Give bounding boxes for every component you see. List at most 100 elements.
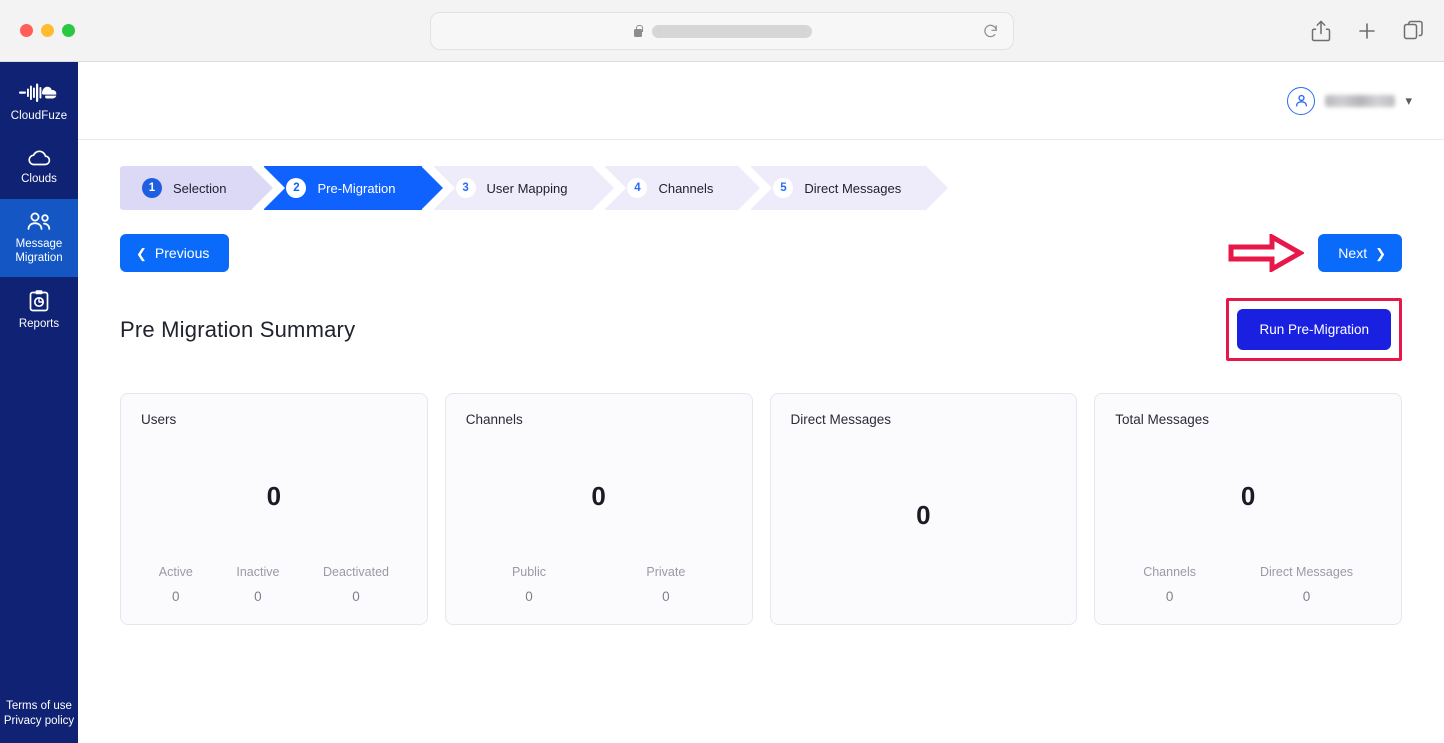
card-total-value: 0 <box>1115 427 1381 565</box>
step-label: Direct Messages <box>804 181 901 196</box>
brand-logo[interactable]: CloudFuze <box>0 74 78 136</box>
step-selection[interactable]: 1 Selection <box>120 166 252 210</box>
terms-of-use-link[interactable]: Terms of use <box>0 700 78 712</box>
privacy-policy-link[interactable]: Privacy policy <box>0 715 78 727</box>
annotation-arrow-right-icon <box>1228 234 1304 272</box>
stat-value: 0 <box>172 589 180 604</box>
stat-direct-messages: Direct Messages 0 <box>1260 565 1353 604</box>
stat-label: Active <box>159 565 193 579</box>
reload-icon[interactable] <box>982 23 999 40</box>
sidebar-item-clouds[interactable]: Clouds <box>0 136 78 199</box>
browser-window: CloudFuze Clouds Message Migration <box>0 0 1444 743</box>
stat-value: 0 <box>254 589 262 604</box>
users-group-icon <box>25 211 53 233</box>
step-number: 5 <box>773 178 793 198</box>
lock-icon <box>633 24 644 38</box>
card-direct-messages: Direct Messages 0 <box>770 393 1078 625</box>
close-window-button[interactable] <box>20 24 33 37</box>
page-title-row: Pre Migration Summary Run Pre-Migration <box>120 298 1402 361</box>
sidebar-item-message-migration[interactable]: Message Migration <box>0 199 78 278</box>
step-label: User Mapping <box>487 181 568 196</box>
sidebar: CloudFuze Clouds Message Migration <box>0 62 78 743</box>
chevron-down-icon[interactable]: ▾ <box>1405 94 1412 107</box>
cloud-icon <box>26 148 52 168</box>
stat-label: Inactive <box>236 565 279 579</box>
sidebar-item-reports-label: Reports <box>19 318 59 332</box>
user-name-redacted <box>1325 95 1395 107</box>
step-direct-messages[interactable]: 5 Direct Messages <box>751 166 927 210</box>
step-label: Pre-Migration <box>317 181 395 196</box>
browser-toolbar <box>0 0 1444 62</box>
stat-value: 0 <box>525 589 533 604</box>
card-stats: Active 0 Inactive 0 Deactivated 0 <box>141 565 407 604</box>
stat-private: Private 0 <box>646 565 685 604</box>
card-users: Users 0 Active 0 Inactive 0 <box>120 393 428 625</box>
stat-label: Deactivated <box>323 565 389 579</box>
browser-toolbar-actions <box>1311 20 1424 42</box>
sidebar-item-label-line2: Migration <box>15 252 62 264</box>
maximize-window-button[interactable] <box>62 24 75 37</box>
main-content: ▾ 1 Selection 2 Pre-Migration 3 <box>78 62 1444 743</box>
user-avatar-icon <box>1287 87 1315 115</box>
tab-overview-icon[interactable] <box>1403 20 1424 41</box>
stat-value: 0 <box>1166 589 1174 604</box>
stat-deactivated: Deactivated 0 <box>323 565 389 604</box>
step-number: 3 <box>456 178 476 198</box>
card-title: Users <box>141 412 407 427</box>
next-button[interactable]: Next ❯ <box>1318 234 1402 272</box>
address-bar[interactable] <box>430 12 1014 50</box>
step-label: Channels <box>658 181 713 196</box>
step-number: 4 <box>627 178 647 198</box>
sidebar-footer: Terms of use Privacy policy <box>0 700 78 743</box>
step-number: 1 <box>142 178 162 198</box>
card-total-value: 0 <box>791 427 1057 604</box>
navigation-actions: ❮ Previous Next ❯ <box>120 234 1402 272</box>
top-bar: ▾ <box>78 62 1444 140</box>
card-title: Direct Messages <box>791 412 1057 427</box>
clipboard-chart-icon <box>27 289 51 313</box>
card-stats: Channels 0 Direct Messages 0 <box>1115 565 1381 604</box>
card-total-value: 0 <box>466 427 732 565</box>
cloudfuze-logo-icon <box>19 82 59 104</box>
next-button-label: Next <box>1338 245 1367 261</box>
page-content: 1 Selection 2 Pre-Migration 3 User Mappi… <box>78 140 1444 743</box>
migration-stepper: 1 Selection 2 Pre-Migration 3 User Mappi… <box>120 166 1402 210</box>
stat-label: Direct Messages <box>1260 565 1353 579</box>
summary-cards: Users 0 Active 0 Inactive 0 <box>120 393 1402 625</box>
stat-value: 0 <box>352 589 360 604</box>
card-total-value: 0 <box>141 427 407 565</box>
sidebar-item-label-line1: Message <box>16 238 63 250</box>
card-title: Channels <box>466 412 732 427</box>
annotation-box-run-pre-migration: Run Pre-Migration <box>1226 298 1402 361</box>
stat-inactive: Inactive 0 <box>236 565 279 604</box>
sidebar-spacer <box>0 344 78 700</box>
step-user-mapping[interactable]: 3 User Mapping <box>434 166 594 210</box>
share-icon[interactable] <box>1311 20 1331 42</box>
sidebar-item-reports[interactable]: Reports <box>0 277 78 344</box>
chevron-left-icon: ❮ <box>136 247 147 260</box>
brand-name: CloudFuze <box>11 110 68 122</box>
stat-public: Public 0 <box>512 565 546 604</box>
window-traffic-lights <box>20 24 75 37</box>
run-pre-migration-button[interactable]: Run Pre-Migration <box>1237 309 1391 350</box>
user-menu[interactable]: ▾ <box>1287 87 1412 115</box>
sidebar-item-clouds-label: Clouds <box>21 173 57 187</box>
application-viewport: CloudFuze Clouds Message Migration <box>0 62 1444 743</box>
new-tab-icon[interactable] <box>1357 21 1377 41</box>
previous-button[interactable]: ❮ Previous <box>120 234 229 272</box>
card-title: Total Messages <box>1115 412 1381 427</box>
step-label: Selection <box>173 181 226 196</box>
stat-label: Channels <box>1143 565 1196 579</box>
stat-label: Private <box>646 565 685 579</box>
stat-value: 0 <box>662 589 670 604</box>
stat-active: Active 0 <box>159 565 193 604</box>
step-pre-migration[interactable]: 2 Pre-Migration <box>264 166 421 210</box>
stat-label: Public <box>512 565 546 579</box>
card-total-messages: Total Messages 0 Channels 0 Direct Messa… <box>1094 393 1402 625</box>
card-stats: Public 0 Private 0 <box>466 565 732 604</box>
minimize-window-button[interactable] <box>41 24 54 37</box>
sidebar-item-message-migration-label: Message Migration <box>15 238 62 266</box>
url-text-redacted <box>652 25 812 38</box>
card-channels: Channels 0 Public 0 Private 0 <box>445 393 753 625</box>
stat-channels: Channels 0 <box>1143 565 1196 604</box>
